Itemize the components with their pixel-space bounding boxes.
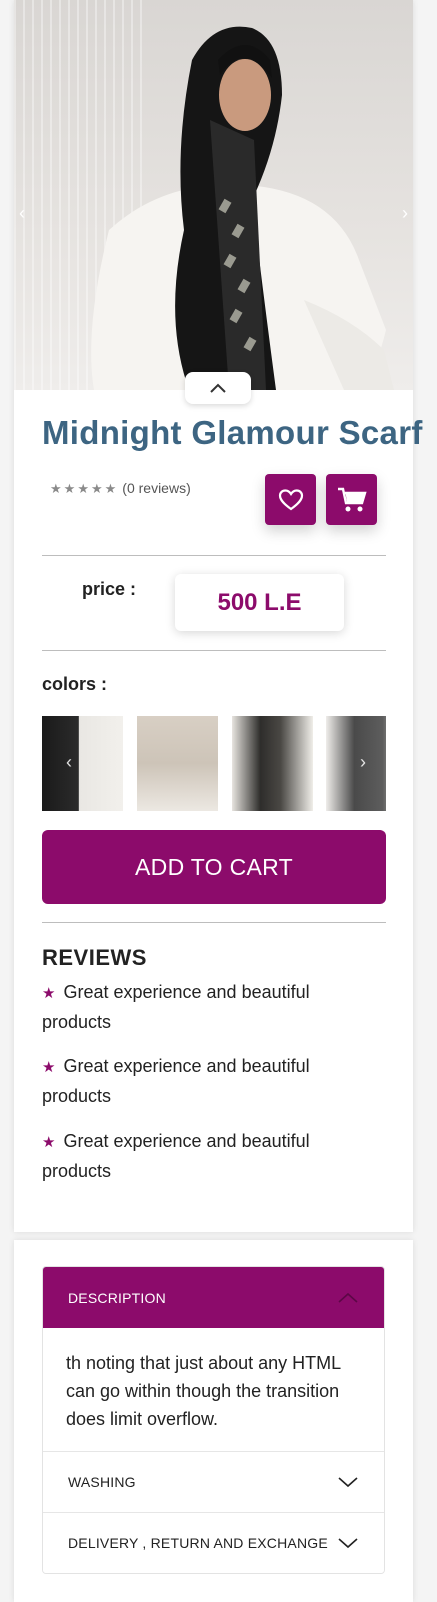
product-rating: ★ ★ ★ ★ ★ (0 reviews) — [50, 480, 191, 496]
divider — [42, 555, 386, 556]
accordion-body-description: th noting that just about any HTML can g… — [66, 1353, 341, 1429]
review-item: ★ Great experience and beautiful products — [42, 1052, 372, 1110]
reviews-count[interactable]: (0 reviews) — [122, 480, 190, 496]
color-swatch-grey[interactable]: › — [326, 716, 386, 811]
chevron-up-icon — [210, 383, 226, 393]
chevron-left-icon[interactable]: ‹ — [66, 752, 72, 773]
star-icon: ★ — [104, 480, 117, 496]
product-title: Midnight Glamour Scarf — [42, 414, 423, 451]
star-icon: ★ — [50, 480, 62, 496]
chevron-up-icon — [338, 1292, 358, 1303]
product-image — [91, 26, 394, 390]
review-text: Great experience and beautiful products — [42, 1056, 310, 1106]
star-icon: ★ — [42, 985, 56, 1002]
product-card: ‹ › Midnight Glamour Scarf ★ ★ ★ ★ ★ (0 … — [14, 0, 422, 1232]
review-text: Great experience and beautiful products — [42, 982, 310, 1032]
chevron-down-icon — [338, 1538, 358, 1549]
divider — [42, 922, 386, 923]
cart-button[interactable] — [326, 474, 377, 525]
color-swatch-beige[interactable] — [137, 716, 218, 811]
chevron-right-icon[interactable]: › — [360, 752, 366, 773]
accordion-header-delivery[interactable]: DELIVERY , RETURN AND EXCHANGE — [43, 1512, 384, 1573]
review-item: ★ Great experience and beautiful products — [42, 1127, 372, 1185]
color-swatch-black[interactable]: ‹ — [42, 716, 123, 811]
review-text: Great experience and beautiful products — [42, 1131, 310, 1181]
star-icon: ★ — [90, 480, 103, 496]
chevron-down-icon — [338, 1477, 358, 1488]
star-icon: ★ — [42, 1134, 56, 1151]
wishlist-button[interactable] — [265, 474, 316, 525]
gallery-collapse-button[interactable] — [185, 372, 251, 404]
accordion-label: DESCRIPTION — [68, 1289, 166, 1306]
accordion-label: WASHING — [68, 1474, 136, 1490]
accordion-header-washing[interactable]: WASHING — [43, 1451, 384, 1512]
heart-icon — [278, 488, 303, 510]
product-accordion: DESCRIPTION th noting that just about an… — [42, 1266, 385, 1574]
reviews-heading: REVIEWS — [42, 945, 147, 970]
product-gallery: ‹ › — [14, 0, 413, 390]
colors-label: colors : — [42, 674, 108, 694]
gallery-next-icon[interactable]: › — [402, 204, 408, 222]
gallery-prev-icon[interactable]: ‹ — [19, 204, 25, 222]
color-swatches: ‹ › — [42, 716, 386, 811]
star-icon: ★ — [63, 480, 76, 496]
review-item: ★ Great experience and beautiful products — [42, 978, 372, 1036]
star-icon: ★ — [77, 480, 89, 496]
accordion-header-description[interactable]: DESCRIPTION — [43, 1267, 384, 1328]
accordion-label: DELIVERY , RETURN AND EXCHANGE — [68, 1535, 328, 1551]
price-label: price : — [82, 579, 137, 599]
star-icon: ★ — [42, 1059, 56, 1076]
price-value: 500 L.E — [175, 574, 344, 631]
cart-icon — [337, 487, 367, 511]
color-swatch-black-pattern[interactable] — [232, 716, 313, 811]
product-info-card: DESCRIPTION th noting that just about an… — [14, 1240, 413, 1602]
add-to-cart-button[interactable]: ADD TO CART — [42, 830, 386, 904]
divider — [42, 650, 386, 651]
